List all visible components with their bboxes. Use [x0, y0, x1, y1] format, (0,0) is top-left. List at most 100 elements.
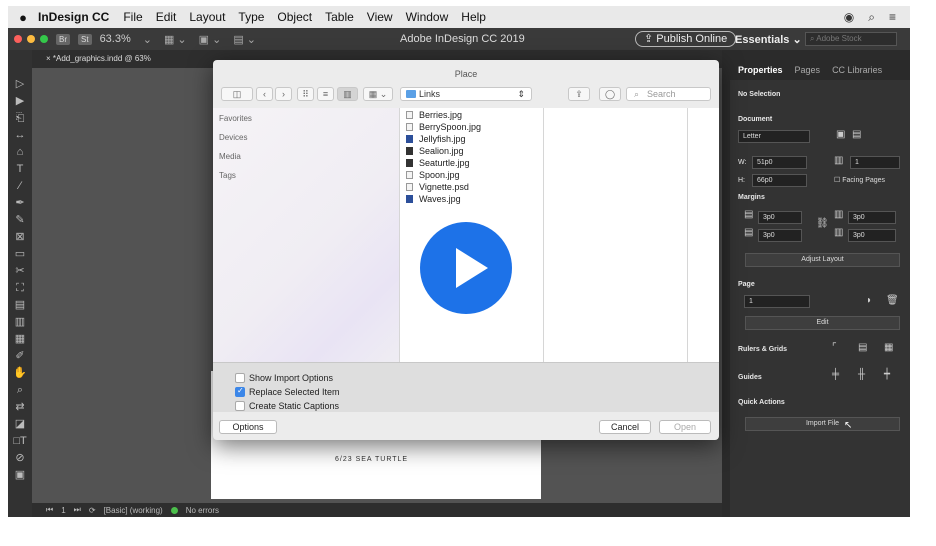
- file-item[interactable]: Seaturtle.jpg: [406, 157, 470, 169]
- tab-cc-libraries[interactable]: CC Libraries: [832, 65, 882, 75]
- rectangle-frame-tool-icon[interactable]: ⊠: [8, 229, 32, 246]
- sidebar-item-devices[interactable]: Devices: [219, 133, 247, 142]
- free-transform-tool-icon[interactable]: ⛶: [8, 280, 32, 297]
- publish-online-button[interactable]: ⇪ Publish Online: [635, 31, 737, 47]
- page-size-select[interactable]: Letter: [738, 130, 810, 143]
- zoom-level[interactable]: 63.3%: [100, 33, 131, 45]
- facing-pages-checkbox[interactable]: ☐ Facing Pages: [834, 176, 885, 184]
- gradient-swatch-tool-icon[interactable]: ▤: [8, 297, 32, 314]
- workspace-switcher[interactable]: Essentials ⌄: [735, 33, 802, 46]
- file-item[interactable]: Vignette.psd: [406, 181, 469, 193]
- import-file-button[interactable]: Import File: [745, 417, 900, 431]
- direct-selection-tool-icon[interactable]: ▶: [8, 93, 32, 110]
- type-tool-icon[interactable]: T: [8, 161, 32, 178]
- content-collector-icon[interactable]: ⌂: [8, 144, 32, 161]
- tab-pages[interactable]: Pages: [795, 65, 821, 75]
- document-grid-icon[interactable]: ▦: [884, 342, 893, 353]
- chevron-down-icon[interactable]: ⌄: [143, 33, 152, 46]
- margin-bottom-field[interactable]: 3p0: [758, 229, 802, 242]
- fill-stroke-icon[interactable]: ◪: [8, 416, 32, 433]
- app-name[interactable]: InDesign CC: [38, 10, 109, 24]
- location-popup[interactable]: Links ⇕: [400, 87, 532, 101]
- portrait-orientation-icon[interactable]: ▣: [836, 129, 845, 140]
- apple-icon[interactable]: ●: [8, 10, 38, 25]
- bridge-button[interactable]: Br: [56, 33, 70, 45]
- icon-view-icon[interactable]: ⠿: [297, 87, 314, 101]
- scissors-tool-icon[interactable]: ✂: [8, 263, 32, 280]
- menu-table[interactable]: Table: [325, 10, 354, 24]
- margin-top-field[interactable]: 3p0: [758, 211, 802, 224]
- gradient-feather-tool-icon[interactable]: ▥: [8, 314, 32, 331]
- page-select[interactable]: 1: [744, 295, 810, 308]
- margin-right-field[interactable]: 3p0: [848, 229, 896, 242]
- adjust-layout-button[interactable]: Adjust Layout: [745, 253, 900, 267]
- delete-page-icon[interactable]: 🗑: [886, 295, 899, 306]
- tab-properties[interactable]: Properties: [738, 65, 783, 75]
- sidebar-item-media[interactable]: Media: [219, 152, 241, 161]
- screen-mode-icon[interactable]: ▣ ⌄: [199, 33, 222, 46]
- height-field[interactable]: 66p0: [752, 174, 807, 187]
- arrange-documents-icon[interactable]: ▤ ⌄: [233, 33, 256, 46]
- file-item[interactable]: Sealion.jpg: [406, 145, 464, 157]
- page-number-field[interactable]: 1: [61, 506, 65, 515]
- menu-help[interactable]: Help: [461, 10, 486, 24]
- tag-icon[interactable]: ◯: [599, 87, 621, 101]
- open-button[interactable]: Open: [659, 420, 711, 434]
- next-page-icon[interactable]: ⏭: [74, 505, 81, 515]
- page-tool-icon[interactable]: ⎗: [8, 110, 32, 127]
- column-view-icon[interactable]: ▥: [337, 87, 358, 101]
- smart-guides-icon[interactable]: ┿: [884, 369, 890, 380]
- note-tool-icon[interactable]: ▦: [8, 331, 32, 348]
- first-page-icon[interactable]: ⏮: [46, 505, 53, 515]
- eyedropper-tool-icon[interactable]: ✐: [8, 348, 32, 365]
- landscape-orientation-icon[interactable]: ▤: [852, 129, 861, 140]
- open-page-icon[interactable]: ⟳: [89, 506, 96, 515]
- forward-icon[interactable]: ›: [275, 87, 292, 101]
- replace-selected-item-checkbox[interactable]: Replace Selected Item: [235, 386, 340, 397]
- search-input[interactable]: ⌕ Search: [626, 87, 711, 101]
- close-window-icon[interactable]: [14, 35, 22, 43]
- create-static-captions-checkbox[interactable]: Create Static Captions: [235, 401, 339, 411]
- edit-page-button[interactable]: Edit: [745, 316, 900, 330]
- zoom-tool-icon[interactable]: ⌕: [8, 382, 32, 399]
- file-item[interactable]: Waves.jpg: [406, 193, 461, 205]
- pencil-tool-icon[interactable]: ✎: [8, 212, 32, 229]
- menu-layout[interactable]: Layout: [189, 10, 225, 24]
- pen-tool-icon[interactable]: ✒: [8, 195, 32, 212]
- sidebar-toggle-icon[interactable]: ◫: [221, 87, 253, 101]
- menu-object[interactable]: Object: [277, 10, 312, 24]
- profile-selector[interactable]: [Basic] (working): [104, 506, 163, 515]
- options-button[interactable]: Options: [219, 420, 277, 434]
- guides-show-icon[interactable]: ╪: [832, 369, 839, 380]
- minimize-window-icon[interactable]: [27, 35, 35, 43]
- back-icon[interactable]: ‹: [256, 87, 273, 101]
- list-view-icon[interactable]: ≡: [317, 87, 334, 101]
- selection-tool-icon[interactable]: ▷: [8, 76, 32, 93]
- hand-tool-icon[interactable]: ✋: [8, 365, 32, 382]
- screen-mode-tool-icon[interactable]: ▣: [8, 467, 32, 484]
- video-play-button[interactable]: [420, 222, 512, 314]
- rulers-icon[interactable]: ⌜: [832, 342, 837, 353]
- share-icon[interactable]: ⇪: [568, 87, 590, 101]
- gap-tool-icon[interactable]: ↔: [8, 127, 32, 144]
- menu-file[interactable]: File: [123, 10, 142, 24]
- spotlight-icon[interactable]: ⌕: [868, 10, 875, 25]
- link-margins-icon[interactable]: ⛓: [816, 218, 829, 229]
- file-item[interactable]: BerrySpoon.jpg: [406, 121, 481, 133]
- width-field[interactable]: 51p0: [752, 156, 807, 169]
- cancel-button[interactable]: Cancel: [599, 420, 651, 434]
- zoom-window-icon[interactable]: [40, 35, 48, 43]
- menu-view[interactable]: View: [367, 10, 393, 24]
- file-item[interactable]: Berries.jpg: [406, 109, 462, 121]
- page-color-icon[interactable]: ◗: [866, 295, 872, 306]
- preflight-errors[interactable]: No errors: [186, 506, 219, 515]
- file-item[interactable]: Spoon.jpg: [406, 169, 460, 181]
- menu-type[interactable]: Type: [238, 10, 264, 24]
- baseline-grid-icon[interactable]: ▤: [858, 342, 867, 353]
- gallery-view-icon[interactable]: ▦ ⌄: [363, 87, 393, 101]
- sidebar-item-favorites[interactable]: Favorites: [219, 114, 252, 123]
- file-item[interactable]: Jellyfish.jpg: [406, 133, 466, 145]
- apply-none-icon[interactable]: ⊘: [8, 450, 32, 467]
- formatting-affects-icon[interactable]: □T: [8, 433, 32, 450]
- menu-edit[interactable]: Edit: [156, 10, 177, 24]
